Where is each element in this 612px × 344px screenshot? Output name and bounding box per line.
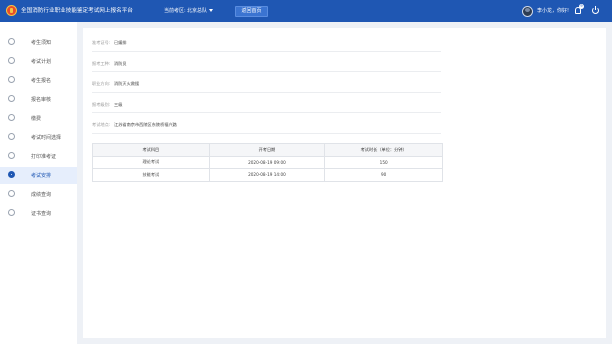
score-icon	[8, 190, 15, 197]
info-row-direction: 职业方向: 消防灭火救援	[92, 72, 441, 93]
info-label: 准考证号:	[92, 40, 111, 45]
sidebar-item-label: 考试计划	[31, 58, 52, 65]
column-header: 考试科目	[92, 143, 210, 157]
sidebar-item-print-ticket[interactable]: 打印准考证	[0, 148, 77, 165]
sidebar-item-payment[interactable]: 缴费	[0, 110, 77, 127]
table-cell: 150	[324, 155, 443, 169]
info-label: 职业方向:	[92, 81, 111, 86]
info-icon	[8, 38, 15, 45]
payment-icon	[8, 114, 15, 121]
table-cell: 2020-08-19 14:00	[208, 168, 326, 182]
sidebar-item-label: 缴费	[31, 115, 42, 122]
sidebar-item-label: 考试安排	[31, 172, 52, 179]
notification-badge: 9	[579, 4, 584, 9]
current-exam-label: 当前考区:	[164, 7, 186, 14]
audit-icon	[8, 95, 15, 102]
sidebar-item-exam-arrangement[interactable]: 考试安排	[0, 167, 77, 184]
sidebar-item-notice[interactable]: 考生须知	[0, 34, 77, 51]
table-row: 技能考试 2020-08-19 14:00 90	[92, 168, 443, 182]
info-value: 江苏省南京市西陵区东陵桥福兴路	[114, 122, 177, 127]
main-panel: 准考证号: 已编排 报考工种: 消防员 职业方向: 消防灭火救援 报考级别: 三…	[83, 28, 606, 338]
calendar-icon	[8, 57, 15, 64]
sidebar-item-register[interactable]: 考生报名	[0, 72, 77, 89]
avatar[interactable]	[522, 6, 533, 17]
sidebar-item-time-select[interactable]: 考试时间选择	[0, 129, 77, 146]
current-exam-selector[interactable]: 北京总队	[187, 7, 207, 14]
arrange-icon	[8, 171, 15, 178]
info-value: 已编排	[114, 40, 127, 45]
sidebar-item-label: 成绩查询	[31, 191, 52, 198]
info-label: 考试地点:	[92, 122, 111, 127]
table-header-row: 考试科目 开考日期 考试时长（单位：分钟）	[92, 143, 443, 157]
back-home-button[interactable]: 返回首页	[235, 5, 268, 17]
app-title: 全国消防行业职业技能鉴定考试网上报名平台	[21, 8, 133, 14]
sidebar-item-label: 考生须知	[31, 39, 52, 46]
info-row-level: 报考级别: 三级	[92, 93, 441, 113]
info-label: 报考工种:	[92, 60, 111, 66]
info-value: 消防员	[114, 60, 127, 66]
power-icon[interactable]	[592, 5, 599, 14]
info-value: 消防灭火救援	[114, 81, 140, 86]
column-header: 考试时长（单位：分钟）	[324, 143, 443, 157]
info-row-ticket: 准考证号: 已编排	[92, 31, 441, 52]
table-cell: 2020-08-19 09:00	[208, 155, 326, 169]
info-label: 报考级别:	[92, 101, 111, 107]
exam-schedule-table: 考试科目 开考日期 考试时长（单位：分钟） 理论考试 2020-08-19 09…	[92, 143, 443, 182]
username-greeting[interactable]: 李小龙，你好!	[537, 7, 569, 14]
sidebar-item-label: 报名审核	[31, 96, 52, 103]
chevron-down-icon[interactable]	[209, 9, 213, 12]
sidebar-item-score[interactable]: 成绩查询	[0, 186, 77, 203]
user-add-icon	[8, 76, 15, 83]
fire-emblem-logo	[6, 5, 17, 16]
sidebar: 考生须知 考试计划 考生报名 报名审核 缴费 考试时间选择 打印准考证 考试安排…	[0, 22, 77, 344]
print-icon	[8, 152, 15, 159]
table-cell: 理论考试	[92, 155, 210, 169]
sidebar-item-plan[interactable]: 考试计划	[0, 53, 77, 70]
table-row: 理论考试 2020-08-19 09:00 150	[92, 155, 443, 169]
sidebar-item-label: 打印准考证	[31, 153, 57, 160]
sidebar-item-label: 考生报名	[31, 77, 52, 84]
info-row-location: 考试地点: 江苏省南京市西陵区东陵桥福兴路	[92, 113, 441, 134]
info-row-job: 报考工种: 消防员	[92, 52, 441, 72]
column-header: 开考日期	[208, 143, 326, 157]
sidebar-item-audit[interactable]: 报名审核	[0, 91, 77, 108]
top-header: 全国消防行业职业技能鉴定考试网上报名平台 当前考区: 北京总队 返回首页 李小龙…	[0, 0, 612, 22]
table-cell: 90	[324, 168, 443, 182]
clock-icon	[8, 133, 15, 140]
sidebar-item-certificate[interactable]: 证书查询	[0, 205, 77, 222]
sidebar-item-label: 考试时间选择	[31, 134, 62, 141]
info-value: 三级	[114, 101, 123, 107]
certificate-icon	[8, 209, 15, 216]
table-cell: 技能考试	[92, 168, 210, 182]
sidebar-item-label: 证书查询	[31, 210, 52, 217]
